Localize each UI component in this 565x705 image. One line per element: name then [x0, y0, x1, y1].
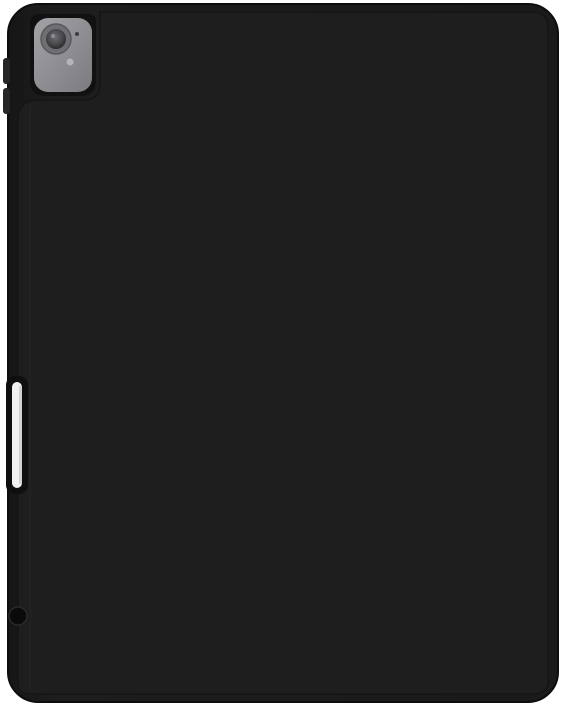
- product-scene: [0, 0, 565, 705]
- volume-button-lower: [3, 88, 10, 114]
- side-port: [8, 606, 28, 626]
- pencil-shadow: [19, 386, 22, 484]
- tablet-case-illustration: [3, 3, 559, 703]
- cover-flap: [17, 11, 549, 695]
- microphone-dot: [75, 32, 79, 36]
- flash-dot: [65, 57, 75, 67]
- camera-lens-glint: [50, 33, 56, 39]
- volume-button-upper: [3, 58, 10, 84]
- camera-lens-icon: [46, 29, 66, 49]
